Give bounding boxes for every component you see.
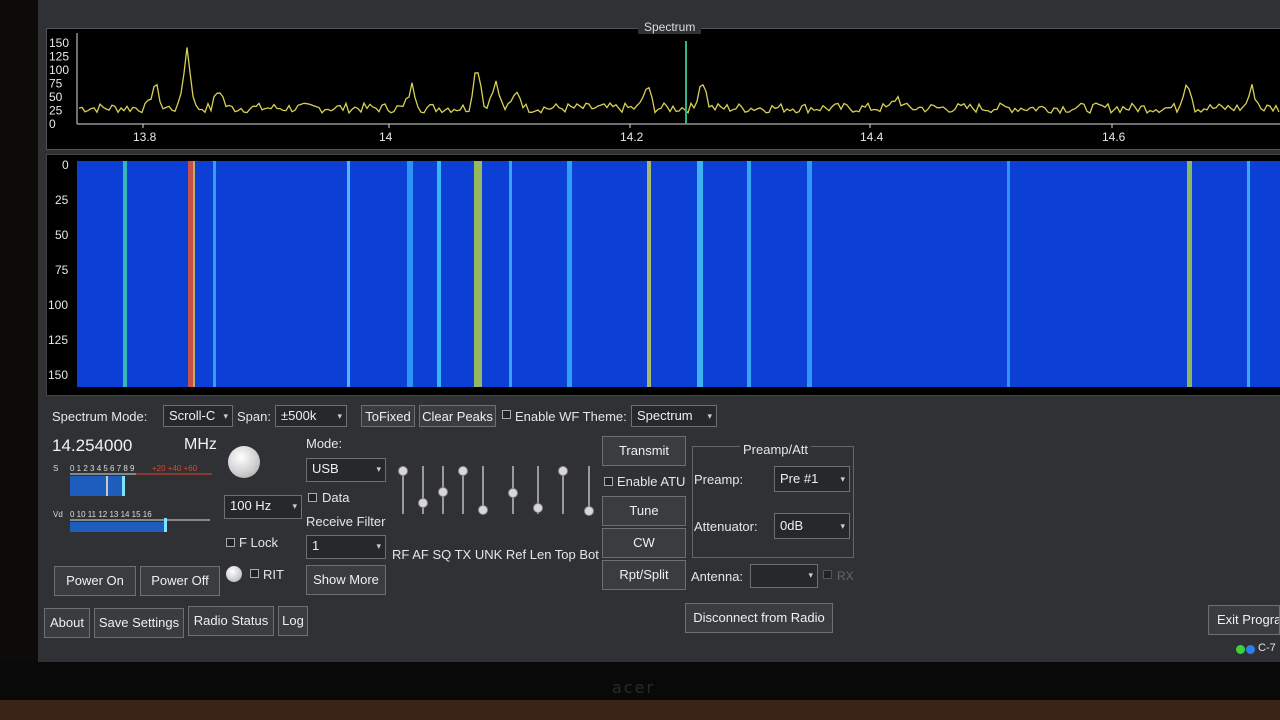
- mode-select[interactable]: USB ▾: [306, 458, 386, 482]
- spectrum-x-tick: 13.8: [133, 130, 157, 144]
- f-lock-label: F Lock: [239, 535, 279, 550]
- spectrum-y-tick: 50: [49, 90, 63, 104]
- slider-thumb[interactable]: [418, 498, 428, 508]
- spectrum-y-tick: 125: [49, 50, 69, 64]
- slider-thumb[interactable]: [438, 487, 448, 497]
- log-button[interactable]: Log: [278, 606, 308, 636]
- enable-atu-label: Enable ATU: [617, 474, 686, 489]
- antenna-select[interactable]: ▾: [750, 564, 818, 588]
- slider-thumb[interactable]: [398, 466, 408, 476]
- power-on-button[interactable]: Power On: [54, 566, 136, 596]
- preamp-att-title: Preamp/Att: [740, 442, 812, 457]
- attenuator-label: Attenuator:: [694, 519, 758, 534]
- waterfall-y-tick: 100: [48, 298, 68, 312]
- meters: S 0 1 2 3 4 5 6 7 8 9 +20 +40 +60 Vd 0 1…: [53, 464, 212, 532]
- slider-thumb[interactable]: [584, 506, 594, 516]
- clear-peaks-button[interactable]: Clear Peaks: [419, 405, 496, 427]
- spectrum-mode-label: Spectrum Mode:: [52, 409, 148, 424]
- rx-checkbox[interactable]: [823, 570, 832, 579]
- spectrum-y-tick: 0: [49, 117, 56, 131]
- spectrum-y-tick: 100: [49, 63, 69, 77]
- waterfall-y-tick: 125: [48, 333, 68, 347]
- waterfall-plot[interactable]: 0 25 50 75 100 125 150: [46, 154, 1280, 396]
- waterfall-y-tick: 150: [48, 368, 68, 382]
- frequency-unit: MHz: [184, 436, 217, 453]
- s-meter-over-scale: +20 +40 +60: [152, 464, 198, 473]
- spectrum-x-tick: 14.4: [860, 130, 884, 144]
- tuning-knob-icon[interactable]: [228, 446, 260, 478]
- waterfall-y-tick: 50: [55, 228, 69, 242]
- spectrum-y-tick: 150: [49, 36, 69, 50]
- rpt-split-button[interactable]: Rpt/Split: [602, 560, 686, 590]
- tune-button[interactable]: Tune: [602, 496, 686, 526]
- show-more-button[interactable]: Show More: [306, 565, 386, 595]
- f-lock-checkbox[interactable]: [226, 538, 235, 547]
- save-settings-button[interactable]: Save Settings: [94, 608, 184, 638]
- vd-meter-scale: 0 10 11 12 13 14 15 16: [70, 510, 152, 519]
- slider-thumb[interactable]: [458, 466, 468, 476]
- status-led-green-icon: [1236, 645, 1245, 654]
- data-checkbox[interactable]: [308, 493, 317, 502]
- receive-filter-label: Receive Filter: [306, 514, 386, 529]
- radio-status-button[interactable]: Radio Status: [188, 606, 274, 636]
- wf-theme-select[interactable]: Spectrum ▾: [631, 405, 717, 427]
- slider-thumb[interactable]: [508, 488, 518, 498]
- cw-button[interactable]: CW: [602, 528, 686, 558]
- waterfall-svg: 0 25 50 75 100 125 150: [48, 158, 1280, 387]
- mode-label: Mode:: [306, 436, 343, 451]
- spectrum-y-tick: 75: [49, 77, 63, 91]
- slider-labels: RF AF SQ TX UNK Ref Len Top Bot: [392, 547, 599, 562]
- enable-wf-theme-label: Enable WF Theme:: [515, 409, 627, 424]
- app-window: Spectrum 150 125 100 75 50 25 0 13.8 14 14.2 14.4…: [38, 0, 1280, 662]
- exit-program-button[interactable]: Exit Progra: [1208, 605, 1280, 635]
- s-meter-label: S: [53, 464, 58, 473]
- spectrum-svg: 1501251007550250 13.8 14 14.2 14.4 14.6: [49, 33, 1280, 144]
- span-label: Span:: [237, 409, 271, 424]
- waterfall-y-tick: 0: [62, 158, 69, 172]
- spectrum-x-tick: 14: [379, 130, 393, 144]
- rx-label: RX: [837, 569, 854, 583]
- about-button[interactable]: About: [44, 608, 90, 638]
- spectrum-mode-select[interactable]: Scroll-C ▾: [163, 405, 233, 427]
- desk-surface: [0, 700, 1280, 720]
- to-fixed-button[interactable]: ToFixed: [361, 405, 415, 427]
- status-text: C-7: [1258, 642, 1276, 654]
- rit-checkbox[interactable]: [250, 569, 259, 578]
- disconnect-button[interactable]: Disconnect from Radio: [685, 603, 833, 633]
- status-led-blue-icon: [1246, 645, 1255, 654]
- preamp-label: Preamp:: [694, 472, 744, 487]
- transmit-button[interactable]: Transmit: [602, 436, 686, 466]
- spectrum-trace: [78, 47, 1280, 115]
- slider-thumb[interactable]: [533, 503, 543, 513]
- spectrum-plot[interactable]: 150 125 100 75 50 25 0 13.8 14 14.2 14.4 14.6: [46, 28, 1280, 150]
- rit-label: RIT: [263, 567, 284, 582]
- brightness-icon[interactable]: [226, 566, 242, 582]
- waterfall-y-tick: 25: [55, 193, 69, 207]
- monitor-logo: acer: [612, 678, 656, 697]
- slider-thumb[interactable]: [478, 505, 488, 515]
- enable-wf-theme-checkbox[interactable]: [502, 410, 511, 419]
- data-label: Data: [322, 490, 350, 505]
- waterfall-y-tick: 75: [55, 263, 69, 277]
- spectrum-x-tick: 14.6: [1102, 130, 1126, 144]
- attenuator-select[interactable]: 0dB ▾: [774, 513, 850, 539]
- s-meter-scale: 0 1 2 3 4 5 6 7 8 9: [70, 464, 135, 473]
- preamp-att-group: [692, 446, 854, 558]
- span-select[interactable]: ±500k ▾: [275, 405, 347, 427]
- spectrum-x-tick: 14.2: [620, 130, 644, 144]
- slider-thumb[interactable]: [558, 466, 568, 476]
- receive-filter-select[interactable]: 1 ▾: [306, 535, 386, 559]
- spectrum-y-tick: 25: [49, 104, 63, 118]
- spectrum-panel-title: Spectrum: [638, 20, 702, 34]
- power-off-button[interactable]: Power Off: [140, 566, 220, 596]
- tuning-step-select[interactable]: 100 Hz ▾: [224, 495, 302, 519]
- enable-atu-checkbox[interactable]: [604, 477, 613, 486]
- frequency-display[interactable]: 14.254000: [52, 436, 132, 456]
- antenna-label: Antenna:: [691, 569, 744, 584]
- vd-meter-label: Vd: [53, 510, 63, 519]
- preamp-select[interactable]: Pre #1 ▾: [774, 466, 850, 492]
